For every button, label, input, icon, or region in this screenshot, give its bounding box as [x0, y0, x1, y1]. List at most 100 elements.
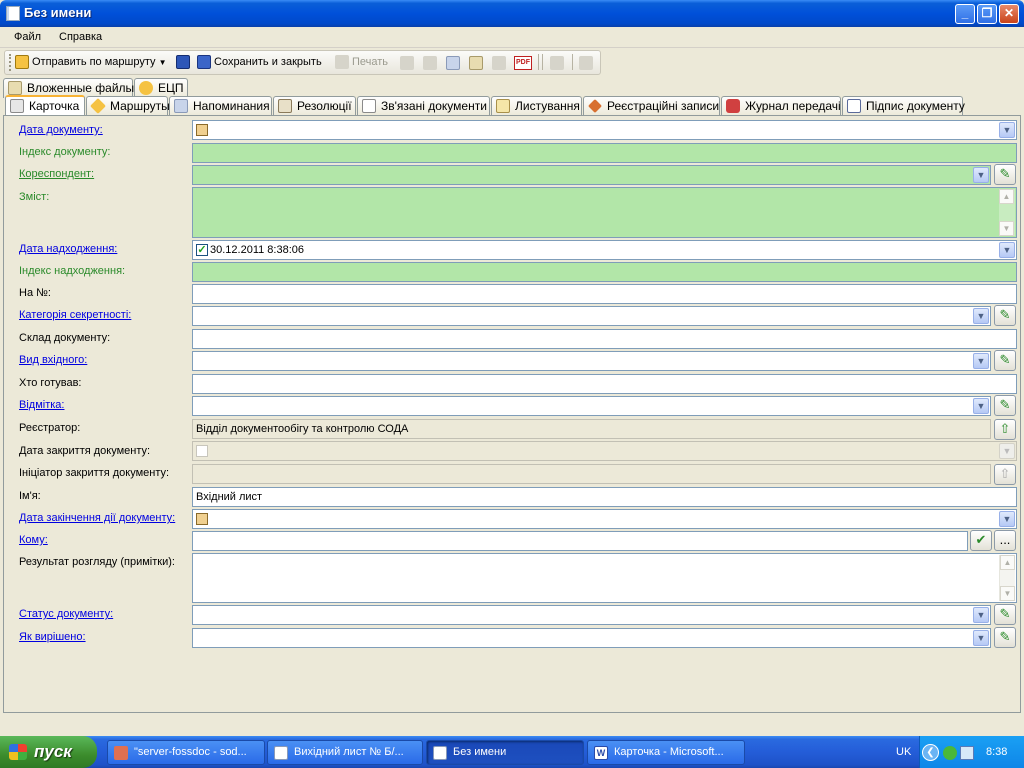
chevron-down-icon[interactable]: ▼ [973, 353, 989, 369]
edit-icon[interactable] [400, 56, 414, 70]
close-initiator-field[interactable] [192, 464, 991, 484]
calendar-icon[interactable] [446, 56, 460, 70]
content-textarea[interactable]: ▲ ▼ [192, 187, 1017, 238]
pdf-icon[interactable]: PDF [514, 56, 532, 70]
chevron-down-icon[interactable]: ▼ [999, 122, 1015, 138]
edit-secrecy-button[interactable]: ✎ [994, 305, 1016, 326]
receipt-date-field[interactable]: ✓ 30.12.2011 8:38:06 ▼ [192, 240, 1017, 260]
network-icon[interactable] [943, 746, 957, 760]
minimize-button[interactable]: _ [955, 4, 975, 24]
validity-end-checkbox[interactable] [196, 513, 208, 525]
confirm-icon[interactable]: ✔ [970, 530, 992, 551]
close-date-checkbox[interactable] [196, 445, 208, 457]
receipt-date-checkbox[interactable]: ✓ [196, 244, 208, 256]
display-icon[interactable] [960, 746, 974, 760]
tab-related-documents[interactable]: Зв'язані документи [357, 96, 490, 116]
sign-icon[interactable] [579, 56, 593, 70]
toolbar-grip[interactable] [9, 54, 12, 71]
scroll-up-icon[interactable]: ▲ [999, 189, 1014, 204]
doc-index-field[interactable] [192, 143, 1017, 163]
menu-help[interactable]: Справка [59, 31, 102, 43]
browse-button[interactable]: ... [994, 530, 1016, 551]
validity-end-label[interactable]: Дата закінчення дії документу: [19, 512, 175, 524]
incoming-type-field[interactable]: ▼ [192, 351, 991, 371]
tab-registration-records[interactable]: Реєстраційні записи [583, 96, 720, 116]
clock[interactable]: 8:38 [986, 746, 1007, 758]
tab-reminders[interactable]: Напоминания [169, 96, 272, 116]
prepared-by-field[interactable] [192, 374, 1017, 394]
secrecy-field[interactable]: ▼ [192, 306, 991, 326]
scroll-up-icon[interactable]: ▲ [1000, 555, 1015, 570]
send-by-route-button[interactable]: Отправить по маршруту ▼ [15, 54, 167, 70]
chevron-down-icon[interactable]: ▼ [973, 167, 989, 183]
task-word-card[interactable]: W Карточка - Microsoft... [587, 740, 745, 765]
dropdown-arrow-icon[interactable]: ▼ [159, 58, 167, 67]
tab-document-signature[interactable]: Підпис документу [842, 96, 965, 116]
save-button[interactable] [176, 54, 193, 70]
print-button[interactable]: Печать [335, 54, 388, 70]
language-indicator[interactable]: UK [896, 746, 911, 758]
chevron-down-icon[interactable]: ▼ [973, 398, 989, 414]
scroll-down-icon[interactable]: ▼ [1000, 586, 1015, 601]
content-scrollbar[interactable]: ▲ ▼ [999, 189, 1015, 236]
title-bar[interactable] [0, 0, 1024, 27]
doc-date-checkbox[interactable] [196, 124, 208, 136]
task-untitled[interactable]: Без имени [426, 740, 584, 765]
edit-correspondent-button[interactable]: ✎ [994, 164, 1016, 185]
menu-file[interactable]: Файл [14, 31, 41, 43]
arrow-up-icon[interactable]: ⇧ [994, 419, 1016, 440]
doc-status-label[interactable]: Статус документу: [19, 608, 113, 620]
arrow-up-icon[interactable]: ⇧ [994, 464, 1016, 485]
doc-date-label[interactable]: Дата документу: [19, 124, 103, 136]
document-list-icon[interactable] [550, 56, 564, 70]
secrecy-label[interactable]: Категорія секретності: [19, 309, 131, 321]
to-whom-label[interactable]: Кому: [19, 534, 48, 546]
tab-routes[interactable]: Маршруты [86, 96, 170, 116]
chevron-down-icon[interactable]: ▼ [999, 511, 1015, 527]
copy-icon[interactable] [492, 56, 506, 70]
registrar-field[interactable]: Відділ документообігу та контролю СОДА [192, 419, 991, 439]
chevron-down-icon[interactable]: ▼ [973, 607, 989, 623]
tab-resolutions[interactable]: Резолюції [273, 96, 356, 116]
forward-icon[interactable] [423, 56, 437, 70]
mark-field[interactable]: ▼ [192, 396, 991, 416]
task-outgoing-letter[interactable]: Вихідний лист № Б/... [267, 740, 423, 765]
chevron-down-icon[interactable]: ▼ [973, 630, 989, 646]
doc-status-field[interactable]: ▼ [192, 605, 991, 625]
restore-button[interactable]: ❐ [977, 4, 997, 24]
edit-mark-button[interactable]: ✎ [994, 395, 1016, 416]
review-result-textarea[interactable]: ▲ ▼ [192, 553, 1017, 603]
how-resolved-label[interactable]: Як вирішено: [19, 631, 86, 643]
tab-correspondence[interactable]: Листування [491, 96, 582, 116]
edit-incoming-type-button[interactable]: ✎ [994, 350, 1016, 371]
to-number-field[interactable] [192, 284, 1017, 304]
name-field[interactable]: Вхідний лист [192, 487, 1017, 507]
edit-doc-status-button[interactable]: ✎ [994, 604, 1016, 625]
close-button[interactable]: ✕ [999, 4, 1019, 24]
tab-digital-signature[interactable]: ЕЦП [134, 78, 188, 98]
doc-date-field[interactable]: ▼ [192, 120, 1017, 140]
close-date-field[interactable]: ▼ [192, 441, 1017, 461]
validity-end-field[interactable]: ▼ [192, 509, 1017, 529]
mark-label[interactable]: Відмітка: [19, 399, 64, 411]
edit-how-resolved-button[interactable]: ✎ [994, 627, 1016, 648]
receipt-index-field[interactable] [192, 262, 1017, 282]
chevron-left-icon[interactable]: ❮ [922, 744, 939, 761]
correspondent-label[interactable]: Кореспондент: [19, 168, 94, 180]
attach-icon[interactable] [469, 56, 483, 70]
incoming-type-label[interactable]: Вид вхідного: [19, 354, 87, 366]
how-resolved-field[interactable]: ▼ [192, 628, 991, 648]
chevron-down-icon[interactable]: ▼ [973, 308, 989, 324]
chevron-down-icon[interactable]: ▼ [999, 443, 1015, 459]
correspondent-field[interactable]: ▼ [192, 165, 991, 185]
to-whom-field[interactable] [192, 531, 968, 551]
review-result-scrollbar[interactable]: ▲ ▼ [999, 555, 1015, 601]
tab-transfer-log[interactable]: Журнал передачі [721, 96, 841, 116]
receipt-date-label[interactable]: Дата надходження: [19, 243, 117, 255]
scroll-down-icon[interactable]: ▼ [999, 221, 1014, 236]
composition-field[interactable] [192, 329, 1017, 349]
tab-card[interactable]: Карточка [5, 95, 85, 116]
chevron-down-icon[interactable]: ▼ [999, 242, 1015, 258]
save-and-close-button[interactable]: Сохранить и закрыть [197, 54, 322, 70]
task-server-fossdoc[interactable]: "server-fossdoc - sod... [107, 740, 265, 765]
